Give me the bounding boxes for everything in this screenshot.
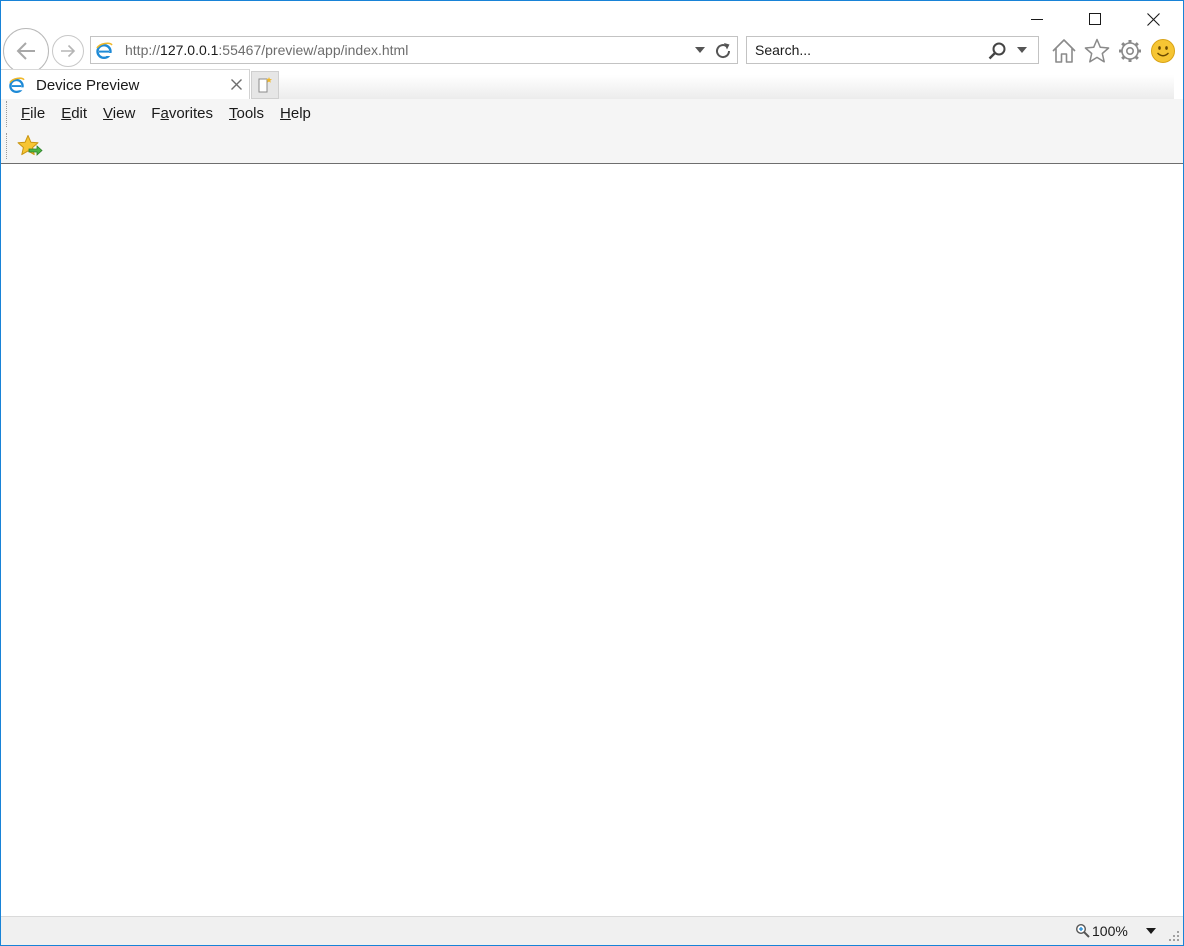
menu-view[interactable]: View	[95, 99, 143, 129]
minimize-icon	[1031, 19, 1043, 20]
chevron-down-icon[interactable]	[1017, 47, 1027, 53]
forward-button[interactable]	[52, 35, 84, 67]
menu-favorites[interactable]: Favorites	[143, 99, 221, 129]
new-tab-icon	[258, 77, 272, 93]
menu-bar-grip[interactable]	[6, 101, 9, 127]
favorites-button[interactable]	[1083, 37, 1111, 65]
minimize-button[interactable]	[1008, 1, 1066, 37]
maximize-icon	[1089, 13, 1101, 25]
favorites-bar-grip[interactable]	[6, 133, 9, 159]
back-arrow-icon	[16, 42, 35, 60]
tab-row: Device Preview	[1, 69, 1183, 100]
forward-arrow-icon	[61, 44, 76, 58]
chevron-down-icon[interactable]	[695, 47, 705, 53]
chevron-down-icon[interactable]	[1146, 928, 1156, 934]
gear-icon	[1119, 40, 1141, 62]
search-box[interactable]	[746, 36, 1039, 64]
menu-help[interactable]: Help	[272, 99, 319, 129]
resize-grip-icon[interactable]	[1169, 931, 1179, 941]
status-bar: 100%	[1, 916, 1183, 945]
menu-edit[interactable]: Edit	[53, 99, 95, 129]
zoom-icon[interactable]	[1075, 923, 1091, 939]
add-to-favorites-bar-icon	[17, 135, 43, 156]
close-window-button[interactable]	[1124, 1, 1182, 37]
url-text[interactable]: http://127.0.0.1:55467/preview/app/index…	[125, 37, 408, 63]
refresh-icon[interactable]	[713, 41, 733, 61]
command-bars: File Edit View Favorites Tools Help	[1, 99, 1183, 164]
tab-device-preview[interactable]: Device Preview	[1, 69, 250, 100]
back-button[interactable]	[3, 28, 49, 74]
search-input[interactable]	[755, 41, 975, 59]
home-icon	[1052, 39, 1076, 63]
maximize-button[interactable]	[1066, 1, 1124, 37]
tools-button[interactable]	[1116, 37, 1144, 65]
menu-bar: File Edit View Favorites Tools Help	[13, 99, 319, 129]
add-to-favorites-bar-button[interactable]	[15, 132, 45, 160]
menu-tools[interactable]: Tools	[221, 99, 272, 129]
new-tab-button[interactable]	[251, 71, 279, 99]
tab-title: Device Preview	[36, 77, 140, 94]
ie-page-icon	[9, 77, 25, 94]
ie-page-icon	[96, 42, 113, 60]
close-icon	[1146, 12, 1160, 26]
smiley-icon	[1151, 39, 1175, 63]
magnifier-icon[interactable]	[987, 41, 1007, 61]
close-icon[interactable]	[231, 79, 242, 90]
tab-strip-background	[279, 75, 1174, 99]
address-bar[interactable]: http://127.0.0.1:55467/preview/app/index…	[90, 36, 738, 64]
menu-file[interactable]: File	[13, 99, 53, 129]
home-button[interactable]	[1050, 37, 1078, 65]
page-content[interactable]	[1, 164, 1183, 916]
star-icon	[1084, 38, 1110, 63]
browser-window: http://127.0.0.1:55467/preview/app/index…	[0, 0, 1184, 946]
feedback-button[interactable]	[1149, 37, 1177, 65]
zoom-level[interactable]: 100%	[1092, 917, 1128, 945]
